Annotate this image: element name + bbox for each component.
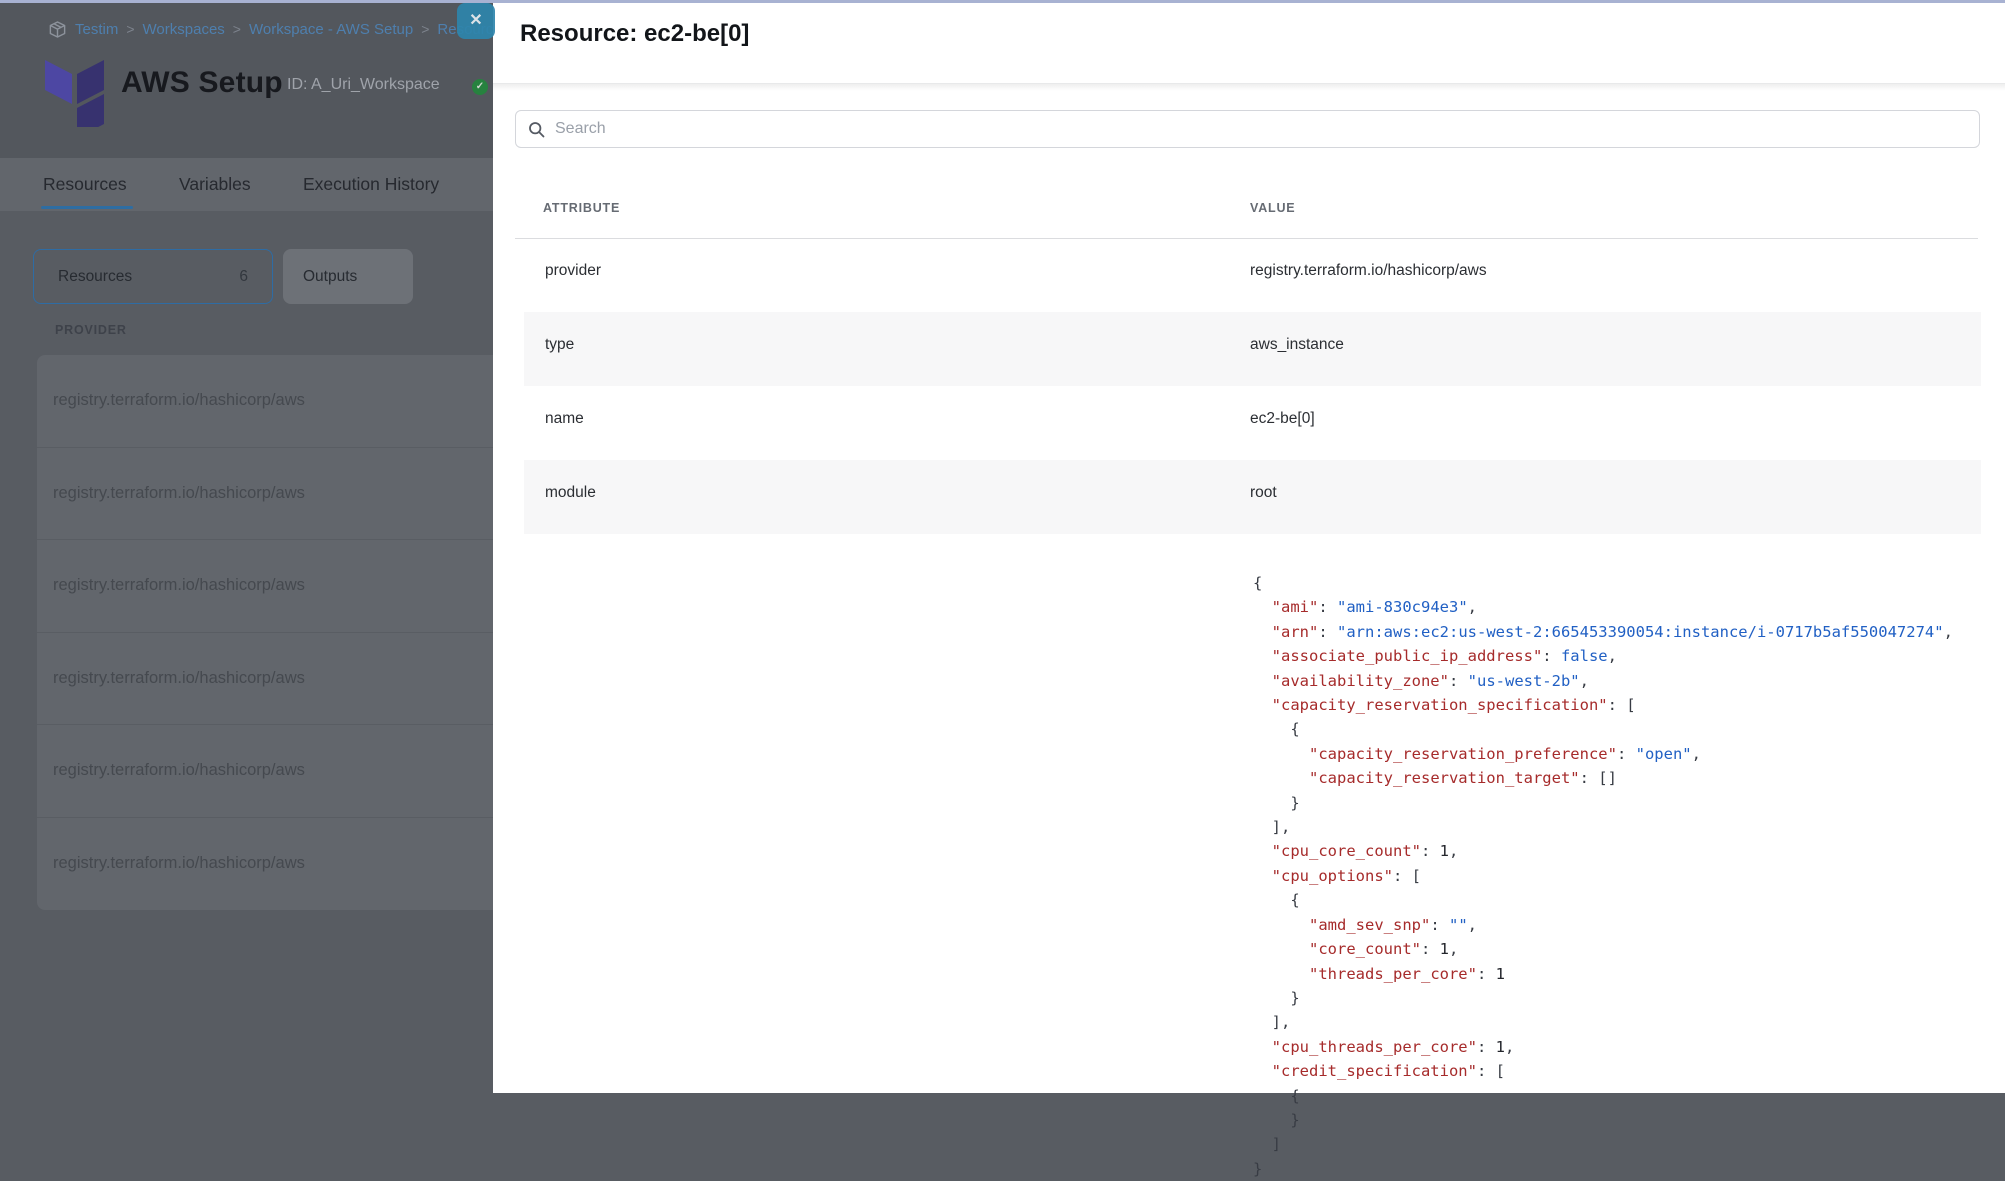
active-tab-underline [41, 206, 133, 209]
workspace-title: AWS Setup [121, 66, 283, 100]
tab-resources[interactable]: Resources [43, 158, 127, 211]
workspace-id-label: ID: A_Uri_Workspace [287, 76, 440, 94]
subtab-resources-label: Resources [58, 268, 132, 286]
drawer-header-shadow [493, 84, 2005, 91]
value-cell: ec2-be[0] [1250, 410, 1315, 428]
subtab-outputs[interactable]: Outputs [283, 249, 413, 304]
attribute-cell: name [545, 410, 584, 428]
provider-row[interactable]: registry.terraform.io/hashicorp/aws [37, 448, 493, 541]
workspace-tabbar: Resources Variables Execution History [0, 158, 493, 211]
search-icon [528, 121, 545, 138]
attribute-cell: module [545, 484, 596, 502]
workspace-page-dimmed: Testim > Workspaces > Workspace - AWS Setup >… [0, 3, 493, 1093]
provider-row[interactable]: registry.terraform.io/hashicorp/aws [37, 355, 493, 448]
column-header-value: VALUE [1250, 201, 1295, 215]
workspace-status-badge: ✓ [472, 79, 488, 95]
breadcrumb-item[interactable]: Testim [75, 21, 118, 38]
provider-column-header: PROVIDER [55, 323, 127, 337]
provider-row[interactable]: registry.terraform.io/hashicorp/aws [37, 725, 493, 818]
attribute-cell: provider [545, 262, 601, 280]
workspace-content: Resources 6 Outputs PROVIDER registry.te… [0, 211, 493, 1093]
breadcrumb-item[interactable]: Workspace - AWS Setup [249, 21, 413, 38]
breadcrumb-separator: > [421, 21, 429, 37]
search-input[interactable] [555, 120, 1967, 138]
attribute-row: name ec2-be[0] [493, 386, 2005, 460]
subtab-outputs-label: Outputs [303, 268, 357, 286]
breadcrumb-item[interactable]: Workspaces [143, 21, 225, 38]
provider-row[interactable]: registry.terraform.io/hashicorp/aws [37, 540, 493, 633]
attribute-cell: type [545, 336, 574, 354]
package-icon [48, 20, 67, 39]
breadcrumb-separator: > [126, 21, 134, 37]
search-box[interactable] [515, 110, 1980, 148]
value-cell: aws_instance [1250, 336, 1344, 354]
breadcrumb: Testim > Workspaces > Workspace - AWS Setup >… [48, 18, 509, 40]
value-cell: root [1250, 484, 1277, 502]
subtab-resources[interactable]: Resources 6 [33, 249, 273, 304]
viewport-top-strip [0, 0, 2005, 3]
attribute-row: provider registry.terraform.io/hashicorp/… [493, 238, 2005, 312]
resources-count-badge: 6 [239, 268, 248, 286]
attribute-table: provider registry.terraform.io/hashicorp/… [493, 238, 2005, 534]
provider-row[interactable]: registry.terraform.io/hashicorp/aws [37, 633, 493, 726]
workspace-header: Testim > Workspaces > Workspace - AWS Setup >… [0, 3, 493, 158]
tab-variables[interactable]: Variables [179, 158, 251, 211]
resource-drawer: ✕ Resource: ec2-be[0] ATTRIBUTE VALUE pr… [493, 3, 2005, 1093]
value-cell: registry.terraform.io/hashicorp/aws [1250, 262, 1487, 280]
provider-row[interactable]: registry.terraform.io/hashicorp/aws [37, 818, 493, 911]
attribute-row: type aws_instance [493, 312, 2005, 386]
tab-execution-history[interactable]: Execution History [303, 158, 439, 211]
breadcrumb-separator: > [233, 21, 241, 37]
provider-list: registry.terraform.io/hashicorp/awsregis… [37, 355, 493, 910]
attribute-row: module root [493, 460, 2005, 534]
resource-attributes-json: { "ami": "ami-830c94e3", "arn": "arn:aws… [1253, 571, 1953, 1181]
close-icon[interactable]: ✕ [457, 3, 495, 39]
drawer-title: Resource: ec2-be[0] [520, 20, 749, 48]
column-header-attribute: ATTRIBUTE [543, 201, 620, 215]
terraform-logo [45, 57, 109, 127]
